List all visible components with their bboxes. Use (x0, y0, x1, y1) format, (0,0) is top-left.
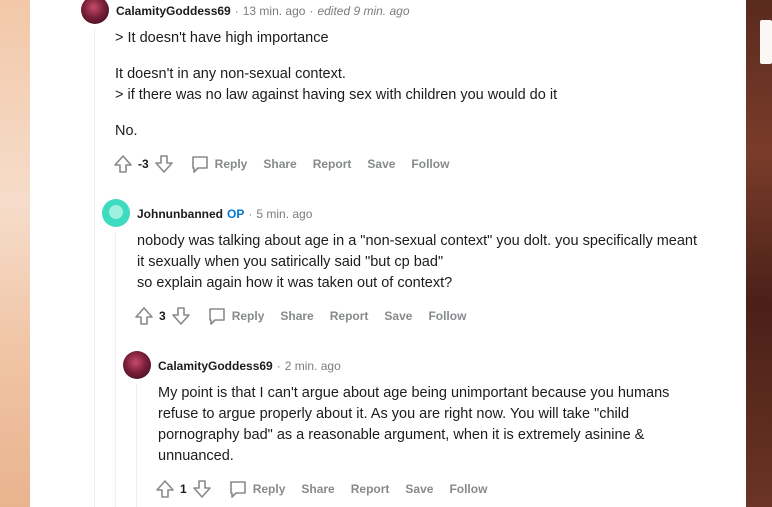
reply-label: Reply (252, 482, 286, 496)
save-button[interactable]: Save (405, 482, 433, 496)
follow-button[interactable]: Follow (411, 157, 449, 171)
downvote-icon[interactable] (191, 478, 213, 500)
paragraph-line: nobody was talking about age in a "non-s… (137, 233, 698, 249)
comment-meta: Johnunbanned OP · 5 min. ago (137, 207, 312, 221)
paragraph-line: so explain again how it was taken out of… (137, 275, 453, 291)
comment-body: nobody was talking about age in a "non-s… (137, 231, 737, 294)
reply-button[interactable]: Reply (206, 305, 265, 327)
author-name[interactable]: CalamityGoddess69 (158, 359, 273, 373)
quote-line: > if there was no law against having sex… (115, 87, 558, 103)
save-button[interactable]: Save (367, 157, 395, 171)
comment-actions: 1 Reply Share Report Save Follow (154, 477, 487, 501)
comment-bubble-icon (189, 153, 211, 175)
share-button[interactable]: Share (301, 482, 334, 496)
comment-thread-panel: CalamityGoddess69 · 13 min. ago · edited 9 m… (30, 0, 746, 507)
separator: · (248, 207, 253, 221)
report-button[interactable]: Report (330, 309, 369, 323)
paragraph-line: refuse to argue properly about it. As yo… (158, 406, 630, 422)
share-button[interactable]: Share (280, 309, 313, 323)
author-name[interactable]: CalamityGoddess69 (116, 4, 231, 18)
report-button[interactable]: Report (313, 157, 352, 171)
separator: · (234, 4, 239, 18)
share-button[interactable]: Share (263, 157, 296, 171)
downvote-icon[interactable] (153, 153, 175, 175)
comment-bubble-icon (227, 478, 249, 500)
thread-line[interactable] (136, 384, 137, 507)
comment-bubble-icon (206, 305, 228, 327)
follow-button[interactable]: Follow (428, 309, 466, 323)
paragraph-line: pornography bad" as a reasonable argumen… (158, 427, 645, 443)
comment-body: My point is that I can't argue about age… (158, 383, 738, 467)
timestamp[interactable]: 5 min. ago (256, 207, 312, 221)
comment-body: > It doesn't have high importance It doe… (115, 28, 735, 142)
comment-meta: CalamityGoddess69 · 13 min. ago · edited 9 m… (116, 4, 410, 18)
paragraph-line: it sexually when you satirically said "b… (137, 254, 444, 270)
background-right (746, 0, 772, 507)
op-badge: OP (227, 207, 245, 221)
background-window (760, 20, 772, 64)
timestamp[interactable]: 2 min. ago (285, 359, 341, 373)
paragraph-line: My point is that I can't argue about age… (158, 385, 670, 401)
vote-score: 3 (159, 309, 166, 323)
edited-timestamp: edited 9 min. ago (317, 4, 410, 18)
upvote-icon[interactable] (154, 478, 176, 500)
separator: · (309, 4, 314, 18)
vote-score: -3 (138, 157, 149, 171)
comment-actions: -3 Reply Share Report Save Follow (112, 152, 449, 176)
comment-meta: CalamityGoddess69 · 2 min. ago (158, 359, 341, 373)
thread-line[interactable] (115, 232, 116, 507)
reply-label: Reply (231, 309, 265, 323)
follow-button[interactable]: Follow (449, 482, 487, 496)
snoo-icon (109, 205, 123, 219)
thread-line[interactable] (94, 28, 95, 507)
reply-button[interactable]: Reply (227, 478, 286, 500)
paragraph: No. (115, 123, 138, 139)
reply-label: Reply (214, 157, 248, 171)
report-button[interactable]: Report (351, 482, 390, 496)
timestamp[interactable]: 13 min. ago (243, 4, 306, 18)
save-button[interactable]: Save (384, 309, 412, 323)
upvote-icon[interactable] (112, 153, 134, 175)
author-name[interactable]: Johnunbanned (137, 207, 223, 221)
vote-score: 1 (180, 482, 187, 496)
downvote-icon[interactable] (170, 305, 192, 327)
comment-actions: 3 Reply Share Report Save Follow (133, 304, 466, 328)
reply-button[interactable]: Reply (189, 153, 248, 175)
upvote-icon[interactable] (133, 305, 155, 327)
background-left (0, 0, 30, 507)
avatar[interactable] (123, 351, 151, 379)
separator: · (276, 359, 281, 373)
paragraph-line: unnuanced. (158, 448, 234, 464)
quote-line: > It doesn't have high importance (115, 30, 329, 46)
paragraph: It doesn't in any non-sexual context. (115, 66, 346, 82)
avatar[interactable] (102, 199, 130, 227)
avatar[interactable] (81, 0, 109, 24)
